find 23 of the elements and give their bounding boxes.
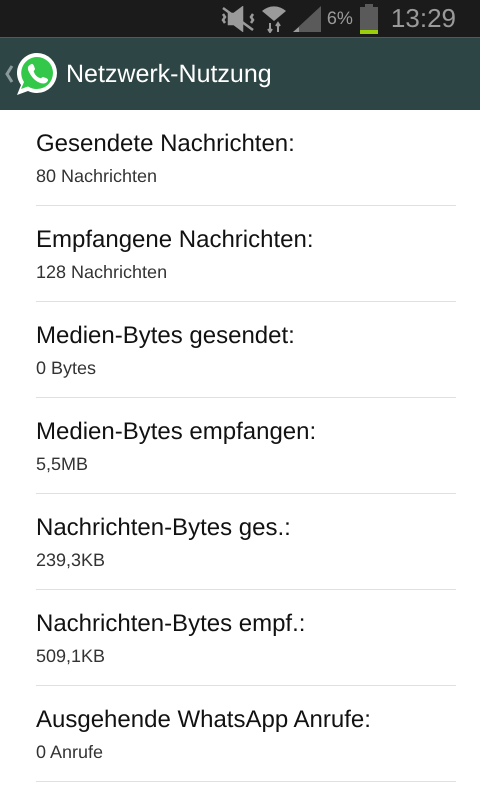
stat-label: Nachrichten-Bytes ges.:	[36, 514, 292, 542]
stat-label: Gesendete Nachrichten:	[36, 130, 296, 158]
stat-value: 5,5MB	[36, 454, 90, 475]
chat-phone-logo-icon	[14, 51, 60, 97]
back-caret-icon	[4, 64, 14, 84]
clock: 13:29	[390, 3, 456, 34]
stat-value: 239,3KB	[36, 550, 106, 571]
stat-value: 80 Nachrichten	[36, 166, 158, 187]
stat-label: Medien-Bytes gesendet:	[36, 322, 296, 350]
stat-label: Medien-Bytes empfangen:	[36, 418, 318, 446]
stat-label: Empfangene Nachrichten:	[36, 226, 314, 254]
stat-value: 509,1KB	[36, 646, 106, 667]
stat-value: 0 Anrufe	[36, 742, 104, 763]
screen-title: Netzwerk-Nutzung	[66, 60, 272, 88]
stat-label: Nachrichten-Bytes empf.:	[36, 610, 306, 638]
wifi-icon	[260, 4, 287, 32]
stat-value: 128 Nachrichten	[36, 262, 168, 283]
battery-percentage: 6%	[326, 8, 353, 29]
signal-icon	[292, 6, 321, 32]
stat-label: Ausgehende WhatsApp Anrufe:	[36, 706, 372, 734]
stat-value: 0 Bytes	[36, 358, 98, 379]
battery-icon	[358, 4, 379, 34]
mute-vibrate-icon	[220, 6, 255, 32]
